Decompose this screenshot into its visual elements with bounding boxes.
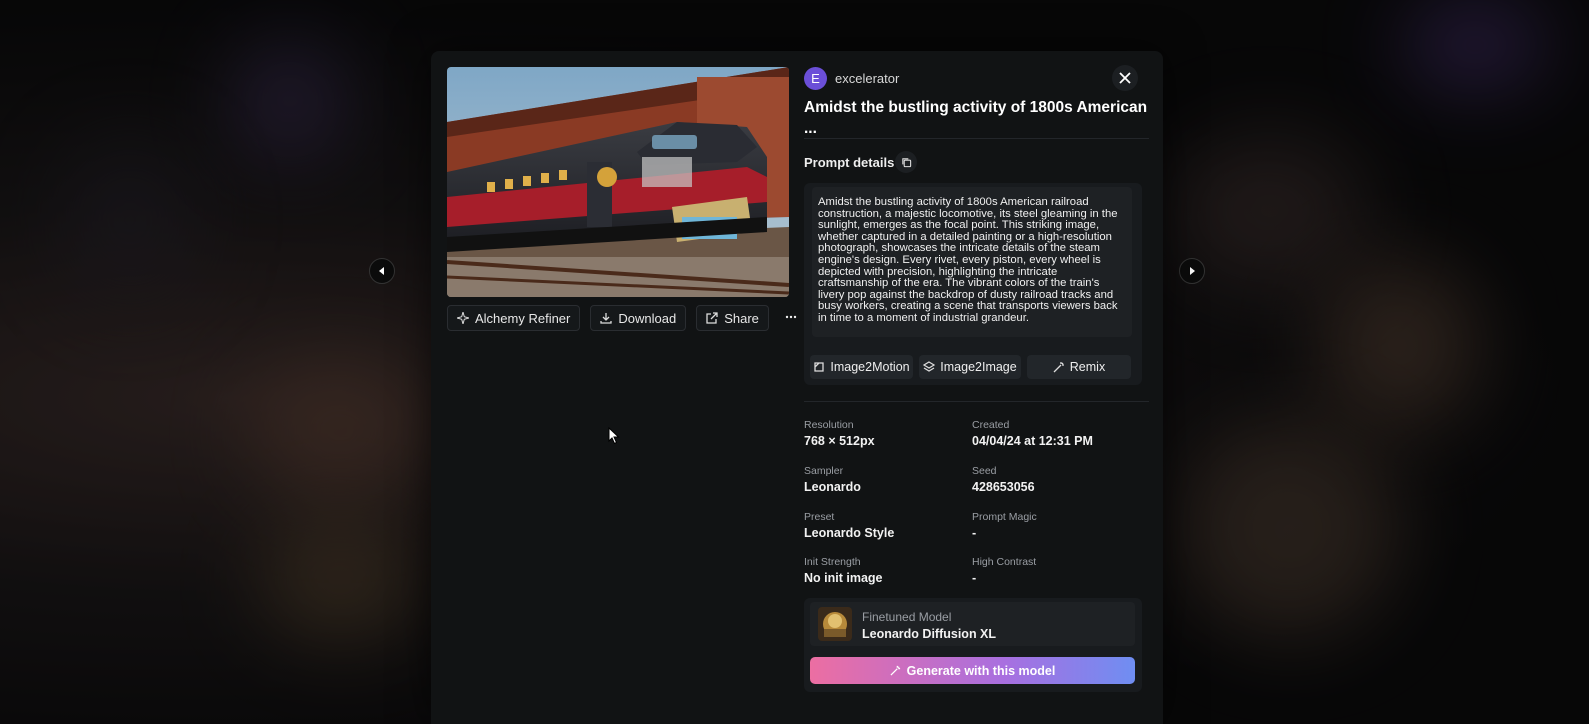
layers-icon [923, 361, 936, 372]
prompt-panel: Amidst the bustling activity of 1800s Am… [804, 183, 1142, 385]
model-label: Finetuned Model [862, 610, 952, 624]
prompt-magic-label: Prompt Magic [972, 511, 1037, 523]
created-value: 04/04/24 at 12:31 PM [972, 434, 1093, 448]
prompt-magic-value: - [972, 526, 977, 540]
divider [804, 401, 1149, 402]
alchemy-refiner-label: Alchemy Refiner [475, 310, 571, 326]
seed-item: Seed 428653056 [972, 465, 1142, 494]
prompt-details-heading: Prompt details [804, 155, 895, 170]
mouse-cursor-icon [608, 427, 620, 445]
init-strength-label: Init Strength [804, 556, 861, 568]
image2motion-label: Image2Motion [830, 360, 910, 374]
generate-with-model-button[interactable]: Generate with this model [810, 657, 1135, 684]
resolution-label: Resolution [804, 419, 854, 431]
chevron-right-icon [1190, 267, 1195, 275]
alchemy-refiner-button[interactable]: Alchemy Refiner [447, 305, 581, 331]
image-detail-modal: Alchemy Refiner Download Share E exceler… [431, 51, 1163, 724]
copy-prompt-button[interactable] [895, 151, 917, 173]
download-button[interactable]: Download [590, 305, 687, 331]
init-strength-value: No init image [804, 571, 883, 585]
created-label: Created [972, 419, 1010, 431]
image2motion-button[interactable]: Image2Motion [810, 355, 913, 379]
high-contrast-value: - [972, 571, 977, 585]
high-contrast-item: High Contrast - [972, 556, 1142, 585]
more-dots-icon [785, 315, 797, 319]
sparkle-icon [457, 312, 469, 324]
motion-icon [814, 362, 825, 372]
remix-button[interactable]: Remix [1027, 355, 1131, 379]
copy-icon [901, 157, 911, 167]
prompt-text: Amidst the bustling activity of 1800s Am… [812, 187, 1132, 337]
resolution-value: 768 × 512px [804, 434, 875, 448]
finetuned-model-card: Finetuned Model Leonardo Diffusion XL Ge… [804, 598, 1142, 692]
image2image-button[interactable]: Image2Image [919, 355, 1021, 379]
generate-label: Generate with this model [906, 663, 1056, 678]
chevron-left-icon [379, 267, 384, 275]
preset-label: Preset [804, 511, 835, 523]
share-label: Share [724, 310, 759, 326]
created-item: Created 04/04/24 at 12:31 PM [972, 419, 1142, 448]
model-name: Leonardo Diffusion XL [862, 627, 997, 641]
generated-image[interactable] [447, 67, 789, 297]
sampler-item: Sampler Leonardo [804, 465, 974, 494]
preset-value: Leonardo Style [804, 526, 895, 540]
magic-wand-icon [1053, 362, 1064, 373]
seed-label: Seed [972, 465, 997, 477]
close-icon [1119, 72, 1131, 84]
prompt-magic-item: Prompt Magic - [972, 511, 1142, 540]
image-title: Amidst the bustling activity of 1800s Am… [804, 99, 1148, 137]
model-thumbnail [818, 607, 852, 641]
close-button[interactable] [1112, 65, 1138, 91]
next-image-button[interactable] [1179, 258, 1205, 284]
share-button[interactable]: Share [696, 305, 769, 331]
preset-item: Preset Leonardo Style [804, 511, 974, 540]
author-info[interactable]: E excelerator [804, 67, 899, 90]
author-name[interactable]: excelerator [835, 71, 899, 86]
resolution-item: Resolution 768 × 512px [804, 419, 974, 448]
image2image-label: Image2Image [940, 360, 1017, 374]
previous-image-button[interactable] [369, 258, 395, 284]
magic-wand-icon [890, 665, 900, 676]
divider [804, 138, 1149, 139]
share-icon [706, 312, 718, 324]
download-icon [600, 313, 613, 324]
sampler-label: Sampler [804, 465, 844, 477]
init-strength-item: Init Strength No init image [804, 556, 974, 585]
sampler-value: Leonardo [804, 480, 861, 494]
model-info[interactable]: Finetuned Model Leonardo Diffusion XL [810, 602, 1135, 646]
seed-value: 428653056 [972, 480, 1035, 494]
download-label: Download [618, 310, 677, 326]
avatar: E [804, 67, 827, 90]
high-contrast-label: High Contrast [972, 556, 1037, 568]
more-options-button[interactable] [779, 305, 803, 329]
remix-label: Remix [1069, 360, 1106, 374]
